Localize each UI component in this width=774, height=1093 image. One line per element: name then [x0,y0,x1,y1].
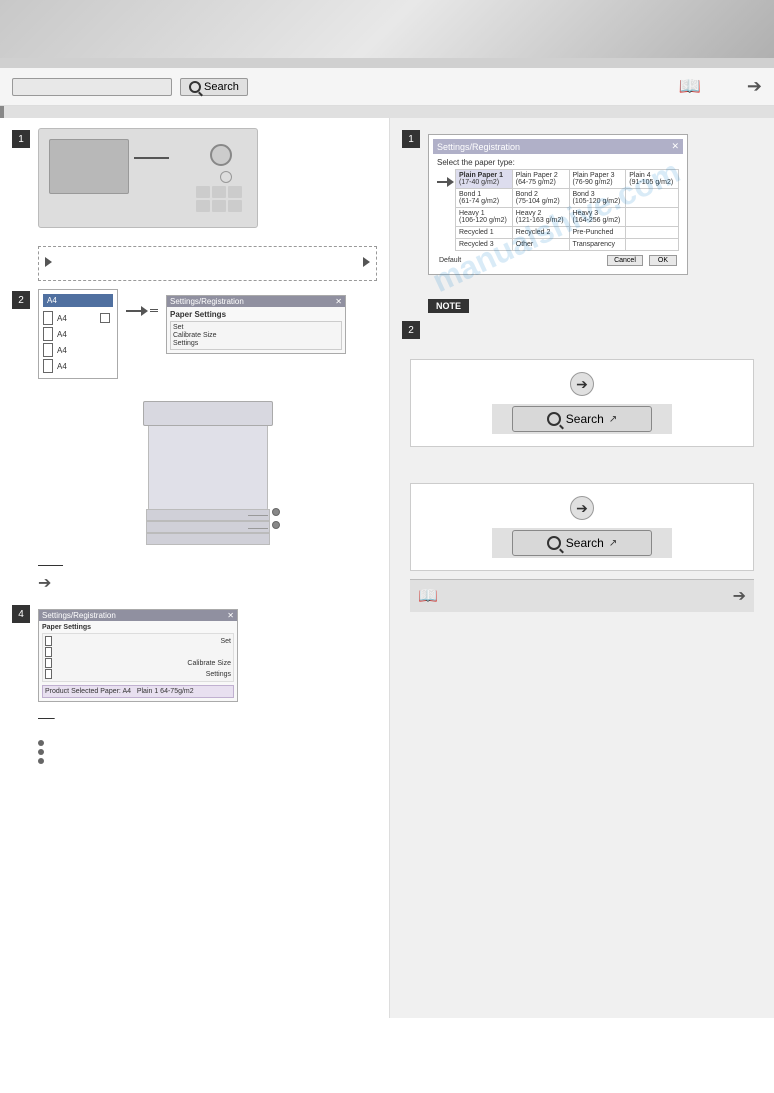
settings-screenshot-2: Settings/Registration ✕ Paper Settings S… [38,609,238,702]
step-2-num: 2 [12,291,30,309]
paper-item-2[interactable]: A4 [43,326,113,342]
panel1-search-bar[interactable]: Search ↗ [492,404,672,434]
step-2-block: 2 A4 A4 A4 [12,289,377,379]
toolbar-search-icon [189,81,201,93]
ok-button[interactable]: OK [649,255,677,266]
right-step-2-content [428,319,762,339]
arrow-right-2 [363,257,370,270]
paper-type-table: Plain Paper 1(17-40 g/m2) Plain Paper 2(… [455,169,679,251]
panel1-search-button[interactable]: Search ↗ [512,406,652,432]
cancel-button[interactable]: Cancel [607,255,643,266]
settings-screenshot-left: Settings/Registration ✕ Paper Settings S… [166,295,346,354]
panel2-arrow-row: ➔ [570,496,594,520]
right-step-1-num: 1 [402,130,420,148]
bullet-item-3 [38,758,377,764]
right-col-bottom-nav: 📖 ➔ [410,579,754,612]
panel1-cursor: ↗ [609,414,617,425]
panel2-search-icon [547,536,561,550]
top-banner [0,0,774,58]
settings-reg-title: Settings/Registration ✕ [433,139,683,154]
bottom-book-icon[interactable]: 📖 [418,586,438,606]
panel2-search-bar[interactable]: Search ↗ [492,528,672,558]
dialog-buttons: Default Cancel OK [437,255,679,266]
step-4-content: Settings/Registration ✕ Paper Settings S… [38,603,377,720]
control-panel-image [38,128,258,228]
settings-title: Settings/Registration ✕ [167,296,345,307]
table-arrow [437,169,451,251]
bullet-1 [38,740,44,746]
bullet-item-2 [38,749,377,755]
step2-arrow [126,289,158,312]
device-note [38,555,377,567]
right-column: manualshive.com 1 Settings/Registration … [390,118,774,1018]
step-2-content: A4 A4 A4 A4 [38,289,377,379]
underline-note-text [38,556,63,567]
step4-note-text [38,709,55,720]
right-step-2: 2 [402,319,762,339]
panel2-search-button[interactable]: Search ↗ [512,530,652,556]
step-4-num: 4 [12,605,30,623]
right-step-1: 1 Settings/Registration ✕ Select the pap… [402,128,762,281]
right-col-content: manualshive.com 1 Settings/Registration … [402,128,762,632]
right-panel-2: ➔ Search ↗ 📖 ➔ [402,475,762,620]
arrow-right-1 [45,257,52,270]
divider [0,58,774,68]
left-column: 1 [0,118,390,1018]
device-section: ➔ [38,391,377,593]
bullet-list [38,740,377,764]
step-1-num: 1 [12,130,30,148]
printer-image [118,391,298,551]
settings-reg-screenshot: Settings/Registration ✕ Select the paper… [428,134,688,275]
paper-item-1[interactable]: A4 [43,310,113,326]
panel1-search-icon [547,412,561,426]
step-1-content [38,128,377,234]
search-bar[interactable] [12,78,172,96]
panel1-nav-arrow[interactable]: ➔ [570,372,594,396]
right-step-1-content: Settings/Registration ✕ Select the paper… [428,128,762,281]
panel2-cursor: ↗ [609,538,617,549]
bottom-arrow-icon[interactable]: ➔ [733,586,746,606]
panel2-search-label: Search [566,536,604,550]
search-input[interactable] [19,81,139,93]
right-panel-1: ➔ Search ↗ [402,351,762,463]
settings-default-label: Default [439,257,461,264]
arrow-right-icon[interactable]: ➔ [747,76,762,97]
step-arrow-indicator [134,157,169,159]
panel1-search-label: Search [566,412,604,426]
note-label: NOTE [428,299,469,313]
step-1-block: 1 [12,128,377,234]
settings-reg-body: Select the paper type: [433,154,683,270]
toolbar: Search 📖 ➔ [0,68,774,106]
paper-item-4[interactable]: A4 [43,358,113,374]
bullet-2 [38,749,44,755]
step-arrows-row [38,246,377,281]
right-panel-inner-2: ➔ Search ↗ [410,483,754,571]
right-panel-inner-1: ➔ Search ↗ [410,359,754,447]
paper-item-3[interactable]: A4 [43,342,113,358]
step-4-block: 4 Settings/Registration ✕ Paper Settings [12,603,377,720]
book-icon[interactable]: 📖 [678,76,700,97]
settings2-title: Settings/Registration ✕ [39,610,237,621]
section-title-bar [0,106,774,118]
bullet-3 [38,758,44,764]
panel1-arrow-row: ➔ [570,372,594,396]
bullet-item-1 [38,740,377,746]
step4-note [38,708,377,720]
panel2-nav-arrow[interactable]: ➔ [570,496,594,520]
nav-arrow-left-bottom: ➔ [38,573,51,593]
paper-list-panel: A4 A4 A4 A4 [38,289,118,379]
arrow-circle-row: ➔ [38,573,377,593]
right-step-2-num: 2 [402,321,420,339]
toolbar-search-label: Search [204,81,239,93]
main-content: 1 [0,118,774,1018]
toolbar-search-button[interactable]: Search [180,78,248,96]
